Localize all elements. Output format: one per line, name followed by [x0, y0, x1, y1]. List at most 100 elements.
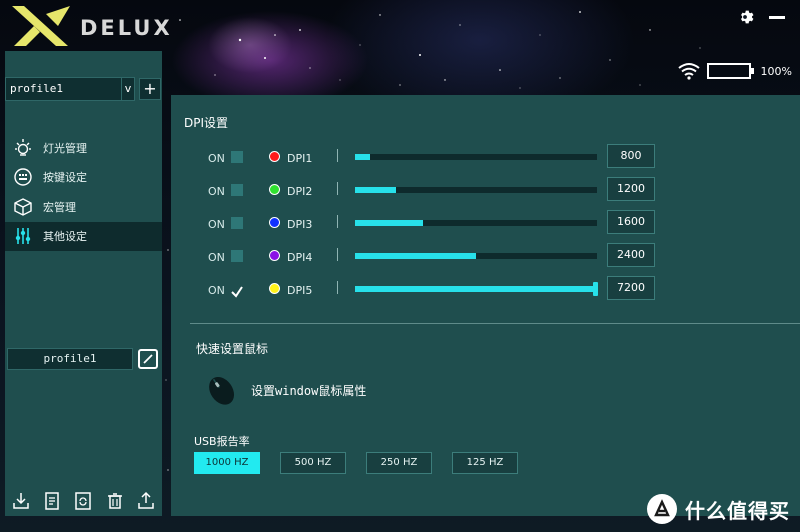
dpi-value-field[interactable]: 2400 — [607, 243, 655, 267]
minimize-icon[interactable] — [768, 8, 786, 26]
dpi-row: ON DPI1 800 — [171, 144, 800, 172]
separator — [337, 248, 338, 261]
sidebar-item-label: 宏管理 — [43, 200, 76, 214]
dpi-slider-fill — [355, 286, 597, 292]
dpi-slider[interactable] — [355, 220, 597, 226]
sidebar-item-keys[interactable]: 按键设定 — [5, 163, 162, 193]
dpi-enable-checkbox[interactable] — [231, 283, 243, 298]
section-divider — [190, 323, 800, 324]
dpi-slider[interactable] — [355, 154, 597, 160]
dpi-enable-checkbox[interactable] — [231, 184, 243, 196]
usb-rate-500[interactable]: 500 HZ — [280, 452, 346, 474]
dpi-color-indicator[interactable] — [269, 283, 280, 294]
sliders-icon — [13, 226, 33, 246]
export-icon[interactable] — [136, 491, 156, 511]
battery-percent: 100% — [760, 64, 792, 78]
windows-mouse-settings-label: 设置window鼠标属性 — [251, 383, 367, 398]
dpi-row: ON DPI3 1600 — [171, 210, 800, 238]
watermark: 什么值得买 — [647, 494, 790, 524]
dpi-level-label: DPI2 — [287, 185, 313, 198]
sidebar-item-label: 其他设定 — [43, 230, 87, 244]
dpi-slider-thumb[interactable] — [593, 282, 598, 296]
usb-section-title: USB报告率 — [194, 435, 250, 448]
dpi-slider-fill — [355, 253, 476, 259]
settings-panel: DPI设置 ON DPI1 800 ON DPI2 1200 ON DPI3 1600 ON DPI… — [171, 95, 800, 516]
watermark-logo — [647, 494, 677, 524]
device-status: 100% — [677, 62, 792, 80]
refresh-icon[interactable] — [73, 491, 93, 511]
usb-rate-options: 1000 HZ 500 HZ 250 HZ 125 HZ — [194, 452, 518, 474]
checkmark-icon — [231, 286, 243, 298]
dpi-slider-fill — [355, 187, 396, 193]
sidebar-item-label: 按键设定 — [43, 171, 87, 185]
battery-icon — [706, 63, 754, 79]
watermark-text: 什么值得买 — [685, 498, 790, 523]
mouse-icon — [209, 377, 235, 405]
separator — [337, 281, 338, 294]
bulb-icon — [13, 138, 33, 158]
dpi-slider[interactable] — [355, 187, 597, 193]
sidebar-item-other-settings[interactable]: 其他设定 — [5, 221, 162, 251]
dpi-on-label: ON — [208, 185, 225, 198]
add-profile-button[interactable]: + — [139, 78, 161, 100]
windows-mouse-settings[interactable]: 设置window鼠标属性 — [201, 370, 366, 410]
logo-text: DELUX — [80, 16, 173, 40]
profile-select-arrow[interactable]: v — [122, 77, 135, 101]
sidebar-menu: 灯光管理 按键设定 宏管理 其他设定 — [5, 133, 162, 251]
profile-name-row: profile1 — [7, 348, 158, 370]
dpi-row: ON DPI4 2400 — [171, 243, 800, 271]
dpi-color-indicator[interactable] — [269, 217, 280, 228]
dpi-section-title: DPI设置 — [184, 116, 229, 130]
import-icon[interactable] — [11, 491, 31, 511]
sidebar-item-lighting[interactable]: 灯光管理 — [5, 133, 162, 163]
separator — [337, 182, 338, 195]
dpi-on-label: ON — [208, 251, 225, 264]
delux-mark-icon — [12, 6, 70, 46]
quick-section-title: 快速设置鼠标 — [196, 342, 269, 356]
dpi-slider[interactable] — [355, 253, 597, 259]
sidebar-item-macro[interactable]: 宏管理 — [5, 192, 162, 222]
trash-icon[interactable] — [105, 491, 125, 511]
dpi-level-label: DPI4 — [287, 251, 313, 264]
dpi-value-field[interactable]: 7200 — [607, 276, 655, 300]
dpi-on-label: ON — [208, 152, 225, 165]
usb-rate-1000[interactable]: 1000 HZ — [194, 452, 260, 474]
dpi-value-field[interactable]: 1200 — [607, 177, 655, 201]
usb-rate-250[interactable]: 250 HZ — [366, 452, 432, 474]
profile-name-field[interactable]: profile1 — [7, 348, 133, 370]
dpi-slider[interactable] — [355, 282, 598, 296]
document-icon[interactable] — [42, 491, 62, 511]
dpi-level-label: DPI1 — [287, 152, 313, 165]
dpi-color-indicator[interactable] — [269, 250, 280, 261]
dpi-level-label: DPI3 — [287, 218, 313, 231]
separator — [337, 149, 338, 162]
profile-select-row: profile1 v + — [5, 77, 161, 101]
brand-logo: DELUX — [10, 4, 170, 50]
profile-actions — [5, 486, 162, 516]
gear-icon[interactable] — [736, 8, 754, 26]
window-controls — [736, 8, 786, 26]
separator — [337, 215, 338, 228]
dpi-slider-fill — [355, 220, 423, 226]
usb-rate-125[interactable]: 125 HZ — [452, 452, 518, 474]
dpi-on-label: ON — [208, 284, 225, 297]
dpi-enable-checkbox[interactable] — [231, 151, 243, 163]
dpi-enable-checkbox[interactable] — [231, 217, 243, 229]
profile-select[interactable]: profile1 — [5, 77, 122, 101]
dpi-level-label: DPI5 — [287, 284, 313, 297]
sidebar-item-label: 灯光管理 — [43, 141, 87, 155]
dpi-row: ON DPI2 1200 — [171, 177, 800, 205]
sidebar: profile1 v + 灯光管理 按键设定 宏管理 其他设定 profile1 — [5, 51, 162, 516]
wifi-icon — [677, 63, 700, 80]
keyboard-icon — [13, 167, 33, 187]
dpi-color-indicator[interactable] — [269, 151, 280, 162]
dpi-on-label: ON — [208, 218, 225, 231]
dpi-value-field[interactable]: 1600 — [607, 210, 655, 234]
dpi-value-field[interactable]: 800 — [607, 144, 655, 168]
dpi-color-indicator[interactable] — [269, 184, 280, 195]
edit-icon[interactable] — [138, 349, 158, 369]
dpi-slider-fill — [355, 154, 370, 160]
dpi-enable-checkbox[interactable] — [231, 250, 243, 262]
cube-icon — [13, 197, 33, 217]
dpi-row: ON DPI5 7200 — [171, 276, 800, 304]
